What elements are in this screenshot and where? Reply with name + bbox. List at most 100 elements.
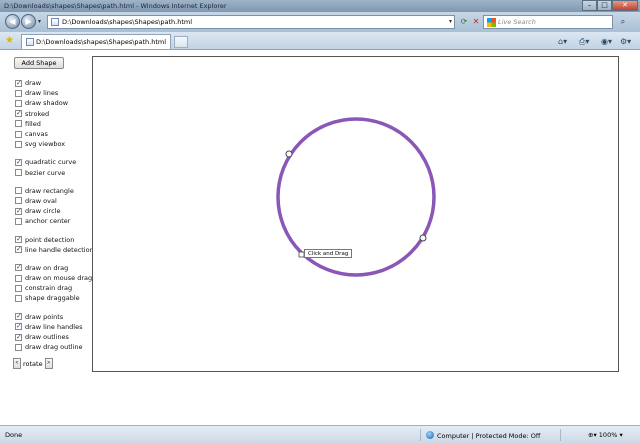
- back-button[interactable]: ◀: [5, 14, 20, 29]
- window-controls: – □ ✕: [582, 0, 638, 11]
- live-search-icon: [487, 18, 496, 27]
- option-canvas[interactable]: canvas: [15, 129, 94, 139]
- security-zone: Computer | Protected Mode: Off: [426, 431, 540, 440]
- checkbox[interactable]: [15, 79, 22, 88]
- zoom-control[interactable]: ⊕▾ 100% ▾: [588, 431, 623, 439]
- checkbox[interactable]: [15, 322, 22, 331]
- chevron-down-icon[interactable]: ▾: [449, 18, 452, 25]
- option-draw-oval[interactable]: draw oval: [15, 196, 94, 206]
- tab-label: D:\Downloads\shapes\Shapes\path.html: [36, 38, 167, 46]
- address-field[interactable]: D:\Downloads\shapes\Shapes\path.html ▾: [47, 15, 455, 29]
- page-menu-icon[interactable]: ◉▾: [601, 36, 612, 47]
- minimize-button[interactable]: –: [582, 0, 597, 11]
- control-point[interactable]: [285, 150, 293, 158]
- maximize-button[interactable]: □: [597, 0, 612, 11]
- option-draw-outlines[interactable]: draw outlines: [15, 332, 94, 342]
- option-label: draw on drag: [25, 263, 69, 272]
- tab-bar: ★ D:\Downloads\shapes\Shapes\path.html ⌂…: [0, 32, 640, 50]
- checkbox[interactable]: [15, 158, 22, 167]
- option-line-handle-detection[interactable]: line handle detection: [15, 245, 94, 255]
- checkbox[interactable]: [15, 245, 22, 254]
- history-dropdown-icon[interactable]: ▾: [38, 18, 41, 25]
- option-draw-line-handles[interactable]: draw line handles: [15, 322, 94, 332]
- canvas-svg[interactable]: [93, 57, 620, 373]
- option-label: quadratic curve: [25, 158, 77, 167]
- option-label: filled: [25, 119, 41, 128]
- stop-button[interactable]: ✕: [470, 16, 482, 28]
- favorites-star-icon[interactable]: ★: [5, 35, 14, 46]
- checkbox[interactable]: [15, 99, 22, 107]
- checkbox[interactable]: [15, 274, 22, 282]
- option-point-detection[interactable]: point detection: [15, 234, 94, 244]
- computer-zone-icon: [426, 431, 434, 439]
- print-icon[interactable]: ⎙▾: [579, 36, 589, 47]
- address-url: D:\Downloads\shapes\Shapes\path.html: [62, 18, 193, 26]
- option-draw-drag-outline[interactable]: draw drag outline: [15, 342, 94, 352]
- tab-path-html[interactable]: D:\Downloads\shapes\Shapes\path.html: [21, 34, 171, 49]
- option-label: draw drag outline: [25, 343, 83, 352]
- option-label: draw shadow: [25, 99, 69, 108]
- rotate-label: rotate: [23, 359, 43, 368]
- option-svg-viewbox[interactable]: svg viewbox: [15, 139, 94, 149]
- page-content: Add Shape drawdraw linesdraw shadowstrok…: [0, 51, 640, 425]
- stop-icon: ✕: [472, 17, 480, 26]
- option-label: canvas: [25, 130, 48, 139]
- checkbox[interactable]: [15, 333, 22, 342]
- checkbox[interactable]: [15, 284, 22, 292]
- status-bar: Done Computer | Protected Mode: Off ⊕▾ 1…: [0, 425, 640, 443]
- option-label: line handle detection: [25, 245, 94, 254]
- checkbox[interactable]: [15, 235, 22, 244]
- tools-gear-icon[interactable]: ⚙▾: [620, 36, 631, 47]
- option-draw-points[interactable]: draw points: [15, 312, 94, 322]
- checkbox[interactable]: [15, 312, 22, 321]
- home-icon[interactable]: ⌂▾: [558, 36, 567, 47]
- option-quadratic-curve[interactable]: quadratic curve: [15, 157, 94, 167]
- drawing-canvas[interactable]: Click and Drag: [92, 56, 619, 372]
- option-label: draw outlines: [25, 333, 69, 342]
- checkbox[interactable]: [15, 294, 22, 302]
- option-bezier-curve[interactable]: bezier curve: [15, 168, 94, 178]
- option-draw-on-drag[interactable]: draw on drag: [15, 263, 94, 273]
- checkbox[interactable]: [15, 187, 22, 195]
- page-icon: [51, 18, 59, 26]
- rotate-left-button[interactable]: <: [13, 358, 21, 369]
- search-button[interactable]: ⌕: [617, 16, 629, 28]
- option-draw-rectangle[interactable]: draw rectangle: [15, 186, 94, 196]
- checkbox[interactable]: [15, 217, 22, 225]
- checkbox[interactable]: [15, 169, 22, 177]
- option-filled[interactable]: filled: [15, 119, 94, 129]
- checkbox[interactable]: [15, 343, 22, 351]
- option-draw[interactable]: draw: [15, 78, 94, 88]
- options-list: drawdraw linesdraw shadowstrokedfilled ca…: [15, 78, 94, 352]
- option-draw-shadow[interactable]: draw shadow: [15, 98, 94, 108]
- checkbox[interactable]: [15, 140, 22, 148]
- checkbox[interactable]: [15, 89, 22, 97]
- close-button[interactable]: ✕: [612, 0, 638, 11]
- forward-button[interactable]: ▶: [21, 14, 36, 29]
- checkbox[interactable]: [15, 197, 22, 205]
- option-stroked[interactable]: stroked: [15, 109, 94, 119]
- search-input[interactable]: Live Search: [483, 15, 613, 29]
- rotate-right-button[interactable]: >: [44, 358, 53, 369]
- checkbox[interactable]: [15, 109, 22, 118]
- add-shape-button[interactable]: Add Shape: [14, 57, 64, 69]
- search-icon: ⌕: [620, 17, 626, 26]
- option-draw-on-mouse-drag[interactable]: draw on mouse drag: [15, 273, 94, 283]
- option-draw-lines[interactable]: draw lines: [15, 88, 94, 98]
- option-label: draw lines: [25, 89, 59, 98]
- title-bar: D:\Downloads\shapes\Shapes\path.html - W…: [0, 0, 640, 12]
- checkbox[interactable]: [15, 207, 22, 216]
- option-constrain-drag[interactable]: constrain drag: [15, 283, 94, 293]
- search-placeholder: Live Search: [498, 18, 536, 26]
- option-shape-draggable[interactable]: shape draggable: [15, 293, 94, 303]
- control-point[interactable]: [419, 234, 427, 242]
- refresh-button[interactable]: ⟳: [458, 16, 470, 28]
- option-draw-circle[interactable]: draw circle: [15, 206, 94, 216]
- divider: [420, 429, 421, 441]
- option-label: draw rectangle: [25, 186, 74, 195]
- option-anchor-center[interactable]: anchor center: [15, 216, 94, 226]
- checkbox[interactable]: [15, 263, 22, 272]
- checkbox[interactable]: [15, 120, 22, 128]
- checkbox[interactable]: [15, 130, 22, 138]
- new-tab-button[interactable]: [174, 36, 188, 48]
